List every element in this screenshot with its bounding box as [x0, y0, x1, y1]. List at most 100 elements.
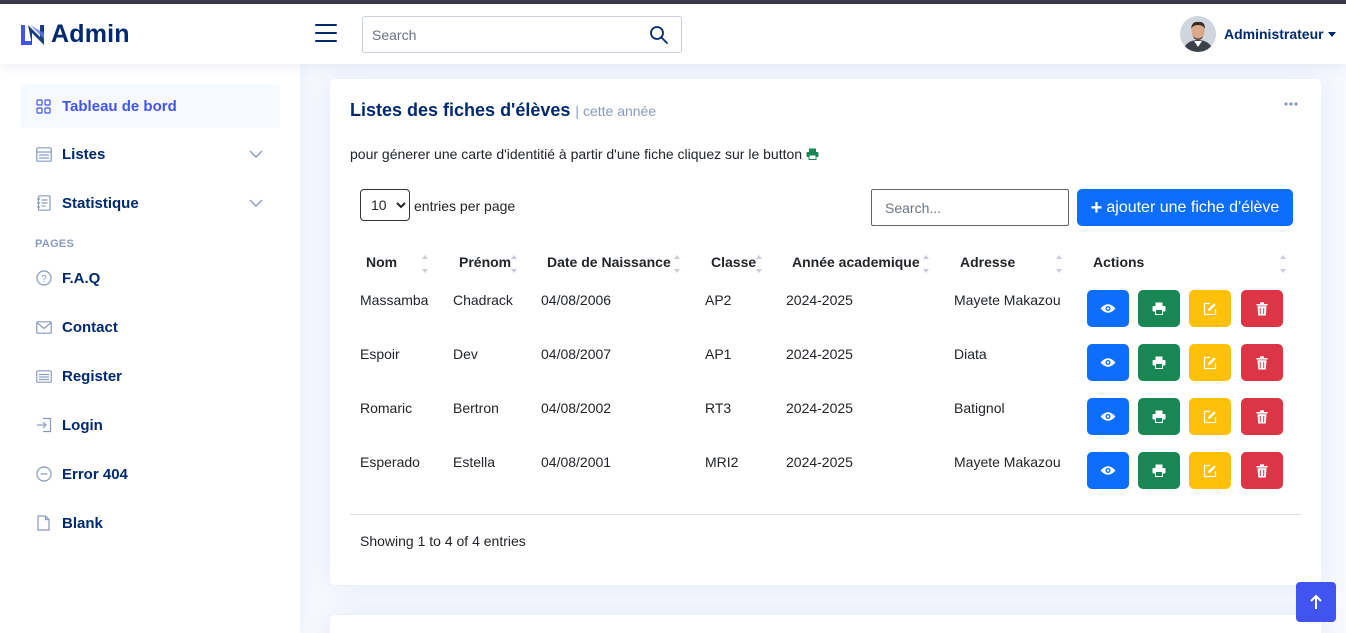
edit-button[interactable] [1189, 344, 1231, 381]
cell-annee: 2024-2025 [786, 292, 853, 308]
sidebar-item-label: Tableau de bord [62, 97, 177, 115]
sidebar-item-error-404[interactable]: Error 404 [20, 452, 280, 496]
column-header-date-naissance[interactable]: Date de Naissance [547, 254, 671, 270]
envelope-icon [35, 319, 52, 336]
logo-icon [21, 24, 44, 45]
eye-icon [1100, 466, 1116, 475]
profile-dropdown[interactable]: Administrateur [1180, 16, 1336, 52]
column-header-nom[interactable]: Nom [366, 254, 397, 270]
card-subtitle: | cette année [575, 103, 657, 119]
chevron-down-icon [249, 150, 263, 158]
entries-per-page-select[interactable]: 510152025 [360, 189, 410, 221]
student-records-card: Listes des fiches d'élèves | cette année… [330, 79, 1321, 585]
sort-icon [1280, 255, 1286, 273]
sort-icon [511, 255, 517, 273]
eye-icon [1100, 358, 1116, 367]
sidebar-item-label: Blank [62, 514, 103, 532]
edit-button[interactable] [1189, 290, 1231, 327]
cell-adresse: Mayete Makazou [954, 292, 1061, 308]
column-header-classe[interactable]: Classe [711, 254, 756, 270]
grid-icon [35, 98, 52, 115]
pencil-square-icon [1203, 302, 1217, 315]
trash-icon [1256, 301, 1268, 315]
delete-button[interactable] [1241, 398, 1283, 435]
print-card-button[interactable] [1138, 344, 1180, 381]
list-icon [35, 146, 52, 163]
cell-annee: 2024-2025 [786, 400, 853, 416]
column-header-actions[interactable]: Actions [1093, 254, 1144, 270]
view-button[interactable] [1087, 398, 1129, 435]
eye-icon [1100, 304, 1116, 313]
journal-icon [35, 195, 52, 212]
toggle-sidebar-button[interactable] [315, 24, 337, 44]
cell-prenom: Bertron [453, 400, 499, 416]
back-to-top-button[interactable] [1296, 582, 1336, 622]
print-card-button[interactable] [1138, 452, 1180, 489]
sidebar-item-contact[interactable]: Contact [20, 305, 280, 349]
sidebar-item-login[interactable]: Login [20, 403, 280, 447]
pencil-square-icon [1203, 356, 1217, 369]
sidebar-item-dashboard[interactable]: Tableau de bord [20, 84, 280, 128]
sort-icon [674, 255, 680, 273]
table-search-input[interactable] [871, 189, 1069, 226]
more-options-icon[interactable] [1283, 96, 1299, 112]
view-button[interactable] [1087, 452, 1129, 489]
sidebar-item-statistique[interactable]: Statistique [20, 181, 280, 225]
second-card [330, 615, 1321, 633]
column-header-annee-academique[interactable]: Année academique [792, 254, 920, 270]
sort-icon [422, 255, 428, 273]
add-student-button[interactable]: + ajouter une fiche d'élève [1077, 189, 1293, 226]
pencil-square-icon [1203, 464, 1217, 477]
plus-icon: + [1090, 196, 1103, 219]
cell-adresse: Mayete Makazou [954, 454, 1061, 470]
search-icon[interactable] [649, 25, 669, 45]
print-card-button[interactable] [1138, 290, 1180, 327]
delete-button[interactable] [1241, 290, 1283, 327]
cell-annee: 2024-2025 [786, 454, 853, 470]
cell-prenom: Dev [453, 346, 478, 362]
cell-classe: AP1 [705, 346, 732, 362]
cell-date: 04/08/2001 [541, 454, 612, 470]
sidebar-item-label: Contact [62, 318, 118, 336]
arrow-up-icon [1310, 594, 1322, 609]
logo-text: Admin [51, 20, 130, 48]
sidebar-item-register[interactable]: Register [20, 354, 280, 398]
card-title-text: Listes des fiches d'élèves [350, 100, 571, 120]
cell-adresse: Batignol [954, 400, 1005, 416]
trash-icon [1256, 409, 1268, 423]
sidebar: Tableau de bord Listes Statistique PAGES… [0, 64, 300, 633]
cell-date: 04/08/2002 [541, 400, 612, 416]
cell-nom: Romaric [360, 400, 413, 416]
sidebar-item-label: Login [62, 416, 103, 434]
edit-button[interactable] [1189, 398, 1231, 435]
cell-date: 04/08/2006 [541, 292, 612, 308]
print-card-button[interactable] [1138, 398, 1180, 435]
delete-button[interactable] [1241, 452, 1283, 489]
printer-icon [1152, 464, 1166, 477]
column-header-adresse[interactable]: Adresse [960, 254, 1015, 270]
profile-name: Administrateur [1224, 26, 1324, 42]
logo[interactable]: Admin [20, 20, 130, 49]
sidebar-item-label: Listes [62, 145, 106, 163]
edit-button[interactable] [1189, 452, 1231, 489]
printer-icon [806, 148, 819, 160]
printer-icon [1152, 356, 1166, 369]
printer-icon [1152, 410, 1166, 423]
view-button[interactable] [1087, 290, 1129, 327]
header: Admin Administrateur [0, 4, 1346, 64]
delete-button[interactable] [1241, 344, 1283, 381]
box-arrow-in-icon [35, 417, 52, 434]
add-student-button-label: ajouter une fiche d'élève [1106, 198, 1280, 216]
file-icon [35, 515, 52, 532]
sidebar-item-faq[interactable]: ? F.A.Q [20, 256, 280, 300]
sidebar-item-blank[interactable]: Blank [20, 501, 280, 545]
table-info: Showing 1 to 4 of 4 entries [360, 533, 526, 549]
sort-icon [1056, 255, 1062, 273]
print-hint: pour génerer une carte d'identitié à par… [350, 146, 819, 162]
eye-icon [1100, 412, 1116, 421]
sort-icon [756, 255, 762, 273]
column-header-prenom[interactable]: Prénom [459, 254, 511, 270]
header-search-input[interactable] [363, 17, 633, 52]
sidebar-item-listes[interactable]: Listes [20, 132, 280, 176]
view-button[interactable] [1087, 344, 1129, 381]
